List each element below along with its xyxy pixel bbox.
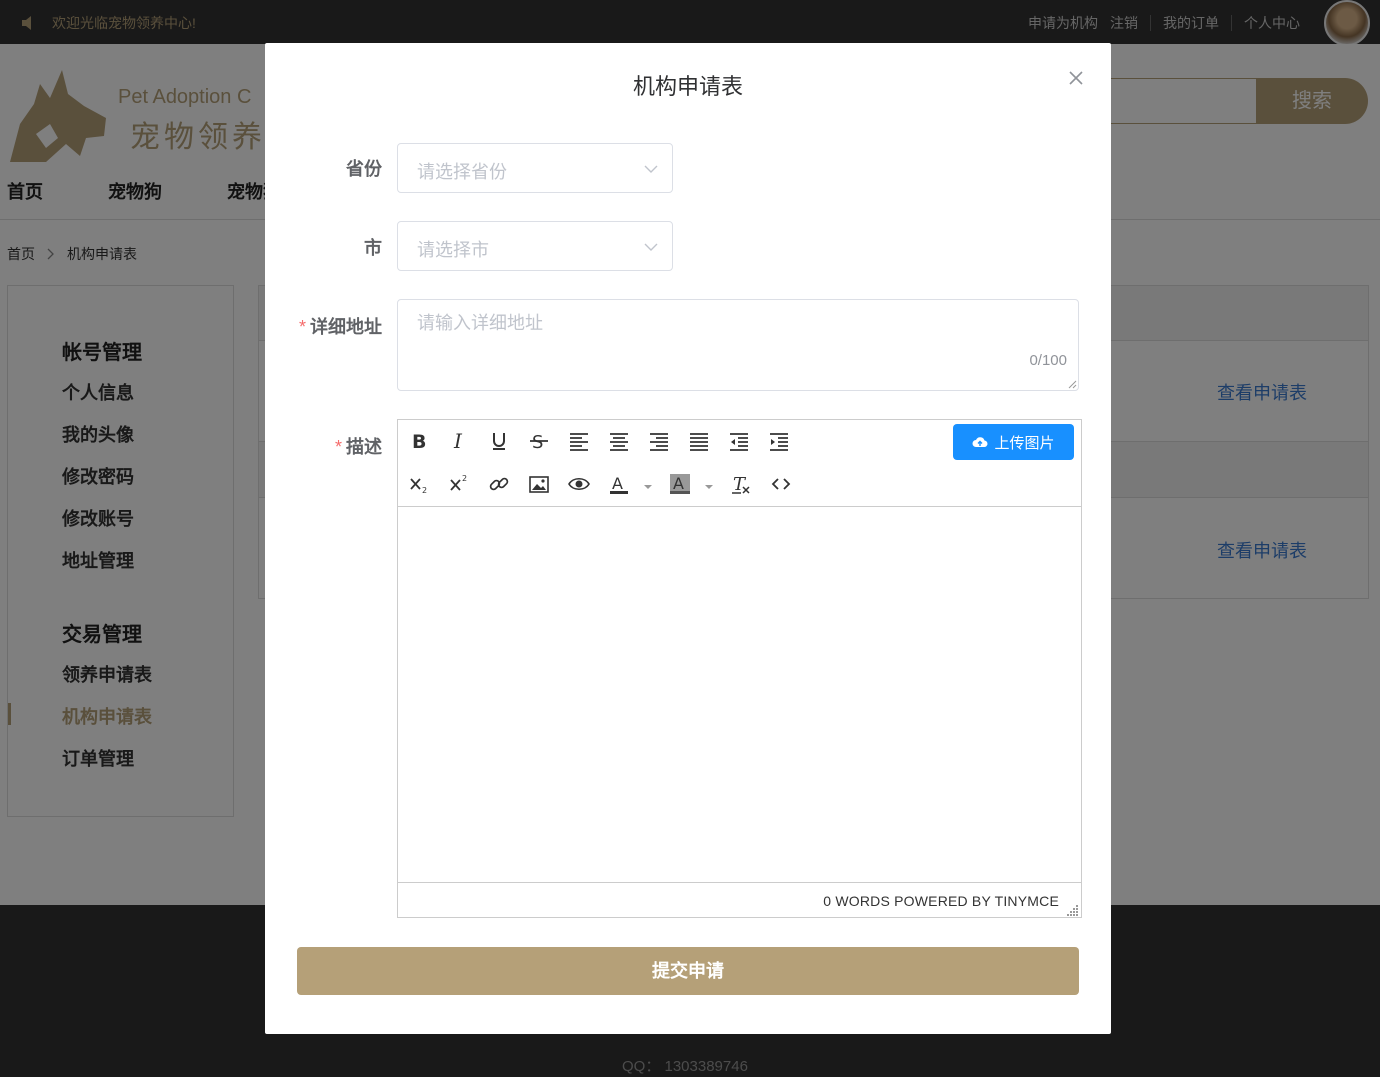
- image-icon[interactable]: [524, 469, 554, 499]
- align-justify-icon[interactable]: [684, 426, 714, 456]
- bold-icon[interactable]: B: [404, 426, 434, 456]
- underline-icon[interactable]: [484, 426, 514, 456]
- svg-text:B: B: [412, 431, 426, 452]
- caret-down-icon[interactable]: [643, 482, 653, 492]
- subscript-icon[interactable]: 2: [404, 469, 434, 499]
- text-color-icon[interactable]: A: [604, 469, 634, 499]
- align-left-icon[interactable]: [564, 426, 594, 456]
- upload-image-button[interactable]: 上传图片: [953, 424, 1074, 460]
- clear-format-icon[interactable]: T: [726, 469, 756, 499]
- province-select[interactable]: 请选择省份: [397, 143, 673, 193]
- province-placeholder: 请选择省份: [417, 162, 507, 182]
- editor-content-area[interactable]: [398, 507, 1081, 882]
- city-placeholder: 请选择市: [417, 240, 489, 260]
- province-label-text: 省份: [346, 159, 382, 179]
- chevron-down-icon: [644, 165, 658, 173]
- source-code-icon[interactable]: [766, 469, 796, 499]
- background-color-icon[interactable]: A: [665, 469, 695, 499]
- char-counter: 0/100: [1029, 352, 1067, 369]
- description-label: * 描述: [265, 433, 382, 459]
- svg-text:A: A: [673, 474, 684, 493]
- chevron-down-icon: [644, 243, 658, 251]
- institution-application-dialog: 机构申请表 省份 请选择省份 市 请选择市 * 详细地址 请输入详细地址 0/10…: [265, 43, 1111, 1034]
- resize-handle-icon[interactable]: [1067, 379, 1077, 389]
- caret-down-icon[interactable]: [704, 482, 714, 492]
- editor-statusbar: 0 WORDS POWERED BY TINYMCE: [398, 882, 1081, 918]
- svg-text:2: 2: [462, 474, 467, 483]
- svg-text:2: 2: [422, 486, 427, 495]
- editor-toolbar: B I S 上传图片 2 2 A A T: [398, 420, 1081, 507]
- cloud-upload-icon: [972, 437, 988, 448]
- required-asterisk: *: [298, 317, 306, 337]
- city-label: 市: [265, 234, 382, 260]
- resize-handle-icon[interactable]: [1067, 904, 1079, 916]
- strikethrough-icon[interactable]: S: [524, 426, 554, 456]
- align-right-icon[interactable]: [644, 426, 674, 456]
- city-select[interactable]: 请选择市: [397, 221, 673, 271]
- upload-image-label: 上传图片: [994, 434, 1055, 452]
- submit-application-button[interactable]: 提交申请: [297, 947, 1079, 995]
- outdent-icon[interactable]: [724, 426, 754, 456]
- indent-icon[interactable]: [764, 426, 794, 456]
- superscript-icon[interactable]: 2: [444, 469, 474, 499]
- province-label: 省份: [265, 155, 382, 181]
- word-count: 0 WORDS POWERED BY TINYMCE: [823, 893, 1059, 909]
- address-textarea[interactable]: 请输入详细地址 0/100: [397, 299, 1079, 391]
- address-label: * 详细地址: [265, 313, 382, 339]
- svg-text:A: A: [612, 474, 623, 493]
- required-asterisk: *: [334, 437, 342, 457]
- svg-text:S: S: [532, 432, 543, 452]
- rich-text-editor: B I S 上传图片 2 2 A A T 0 WORDS POWERED BY …: [397, 419, 1082, 918]
- address-placeholder: 请输入详细地址: [417, 313, 543, 333]
- svg-text:I: I: [453, 430, 463, 452]
- preview-eye-icon[interactable]: [564, 469, 594, 499]
- address-label-text: 详细地址: [310, 317, 382, 337]
- italic-icon[interactable]: I: [444, 426, 474, 456]
- dialog-title: 机构申请表: [632, 74, 743, 99]
- description-label-text: 描述: [346, 437, 382, 457]
- link-icon[interactable]: [484, 469, 514, 499]
- close-icon[interactable]: [1065, 67, 1087, 89]
- align-center-icon[interactable]: [604, 426, 634, 456]
- city-label-text: 市: [364, 238, 382, 258]
